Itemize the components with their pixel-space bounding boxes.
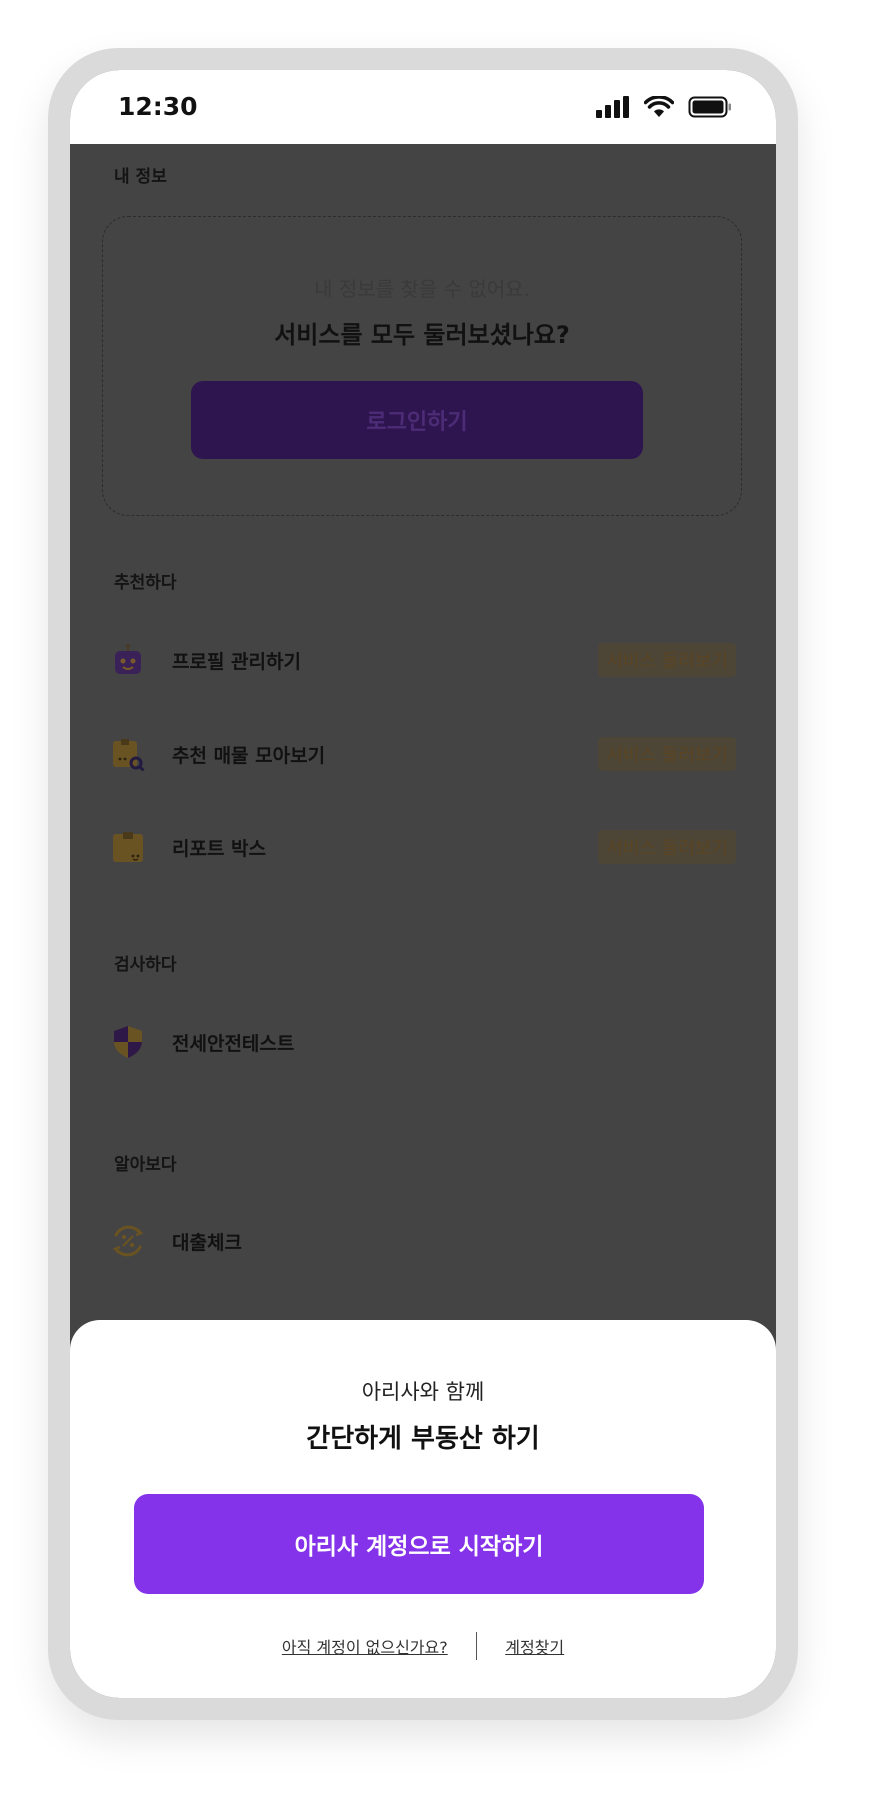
battery-icon [688,96,732,122]
sheet-links: 아직 계정이 없으신가요? 계정찾기 [70,1632,776,1660]
sheet-subtitle: 아리사와 함께 [361,1380,485,1404]
status-time: 12:30 [118,92,198,121]
status-bar: 12:30 [70,70,776,144]
shield-icon [110,1024,146,1060]
signup-link[interactable]: 아직 계정이 없으신가요? [282,1634,448,1658]
phone-frame: 12:30 내 정보 내 정보를 찾을 수 없어요. 서비스를 모두 둘러보셨나… [48,48,798,1720]
browse-service-tag[interactable]: 서비스 둘러보기 [598,830,736,864]
cellular-signal-icon [596,96,630,122]
login-bottom-sheet: 아리사와 함께 간단하게 부동산 하기 아리사 계정으로 시작하기 아직 계정이… [70,1320,776,1698]
menu-item-jeonse-safety-test[interactable]: 전세안전테스트 [110,1020,736,1064]
menu-item-recommended-listings[interactable]: 추천 매물 모아보기 서비스 둘러보기 [110,732,736,776]
menu-item-label: 대출체크 [172,1231,242,1254]
sheet-title: 간단하게 부동산 하기 [306,1424,540,1454]
link-divider [475,1632,478,1660]
section-title-recommend: 추천하다 [114,573,177,593]
find-account-link[interactable]: 계정찾기 [505,1634,564,1658]
profile-robot-icon [110,642,146,678]
menu-item-label: 추천 매물 모아보기 [172,744,326,767]
section-title-my-info: 내 정보 [114,167,167,187]
my-info-card: 내 정보를 찾을 수 없어요. 서비스를 모두 둘러보셨나요? 로그인하기 [102,216,742,516]
menu-item-profile[interactable]: 프로필 관리하기 서비스 둘러보기 [110,638,736,682]
percent-circle-icon [110,1223,146,1259]
menu-item-label: 프로필 관리하기 [172,650,301,673]
wifi-icon [643,95,675,122]
box-search-icon [110,736,146,772]
section-title-explore: 알아보다 [114,1155,177,1175]
menu-item-label: 리포트 박스 [172,837,267,860]
phone-screen: 12:30 내 정보 내 정보를 찾을 수 없어요. 서비스를 모두 둘러보셨나… [70,70,776,1698]
main-content: 내 정보 내 정보를 찾을 수 없어요. 서비스를 모두 둘러보셨나요? 로그인… [70,144,776,1698]
report-box-icon [110,829,146,865]
menu-item-loan-check[interactable]: 대출체크 [110,1219,736,1263]
status-icons [596,95,732,122]
browse-service-tag[interactable]: 서비스 둘러보기 [598,737,736,771]
section-title-inspect: 검사하다 [114,955,177,975]
login-button[interactable]: 로그인하기 [191,381,643,459]
browse-service-tag[interactable]: 서비스 둘러보기 [598,643,736,677]
empty-message: 내 정보를 찾을 수 없어요. [314,277,530,301]
browse-prompt: 서비스를 모두 둘러보셨나요? [274,321,570,349]
start-with-arisa-account-button[interactable]: 아리사 계정으로 시작하기 [134,1494,704,1594]
menu-item-report-box[interactable]: 리포트 박스 서비스 둘러보기 [110,825,736,869]
menu-item-label: 전세안전테스트 [172,1032,295,1055]
